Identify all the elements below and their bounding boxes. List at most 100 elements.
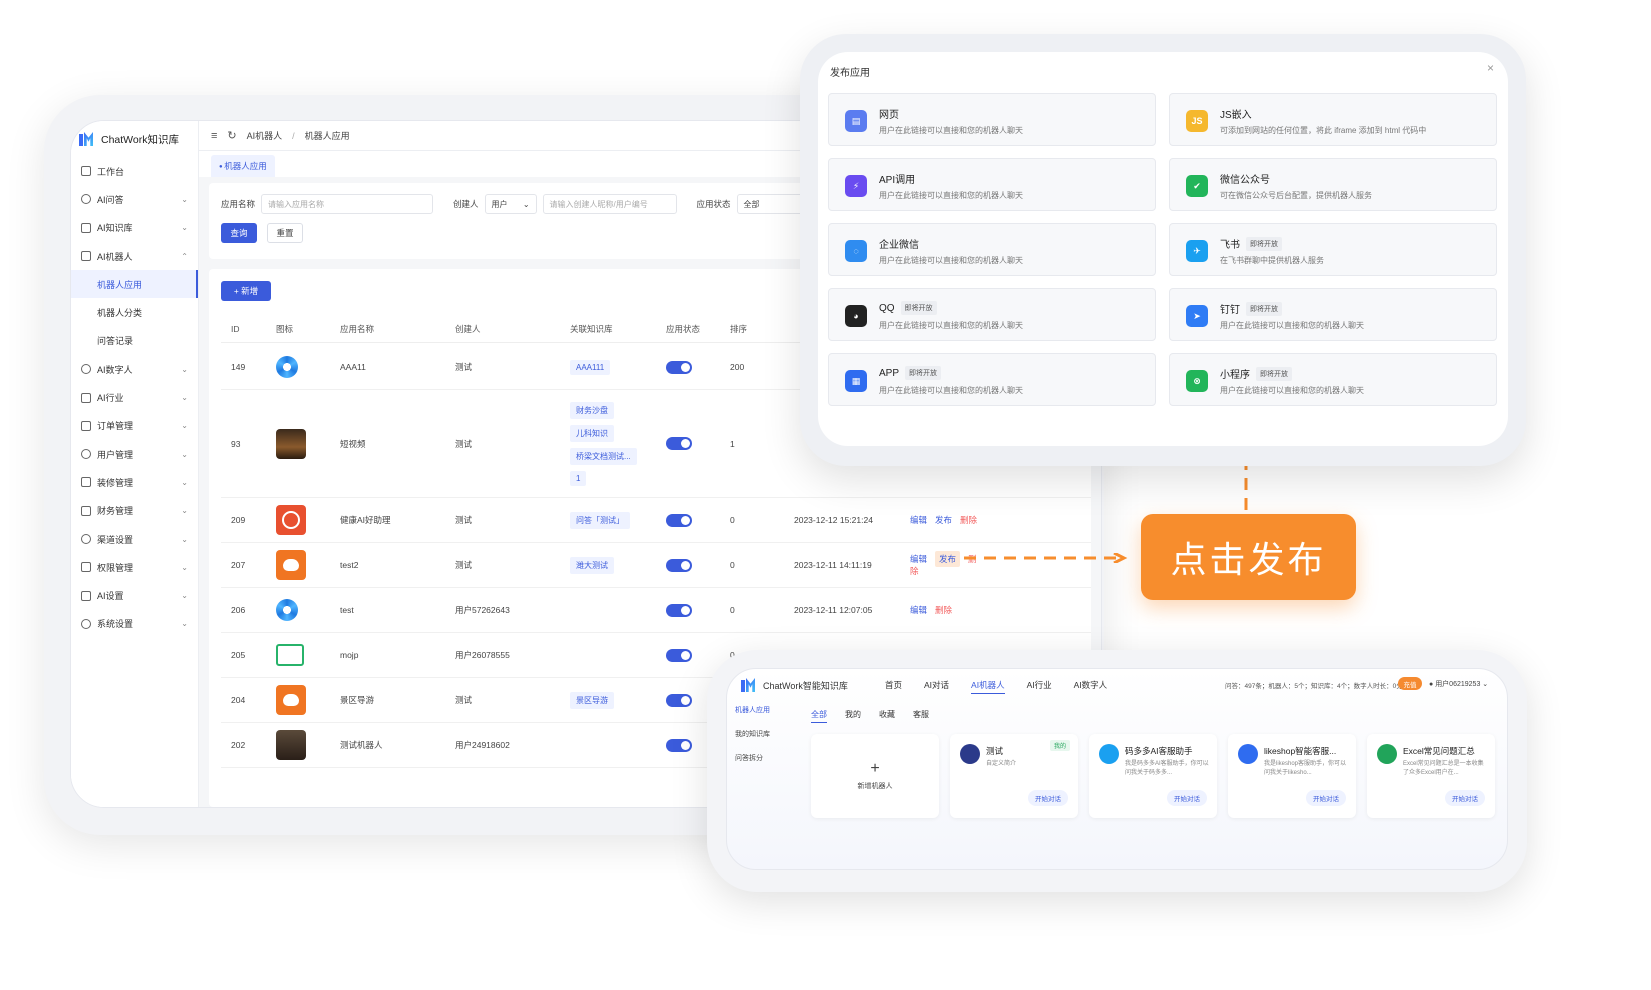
category-tab[interactable]: 客服 [913, 709, 929, 723]
sidebar-item[interactable]: 权限管理 ⌄ [71, 553, 198, 581]
bot-card[interactable]: 测试 自定义简介 我的 开始对话 [950, 734, 1078, 818]
query-button[interactable]: 查询 [221, 223, 257, 243]
category-tab[interactable]: 全部 [811, 709, 827, 723]
sidebar-item[interactable]: 机器人应用 [71, 270, 198, 299]
nav-link[interactable]: AI行业 [1027, 679, 1052, 694]
app-portrait-icon [276, 428, 306, 459]
status-toggle[interactable] [666, 693, 692, 707]
status-toggle[interactable] [666, 738, 692, 752]
bot-card[interactable]: 码多多AI客服助手 我是码多多AI客服助手，你可以问我关于码多多... 开始对话 [1089, 734, 1217, 818]
tab-robot-app[interactable]: 机器人应用 [211, 155, 275, 177]
status-select[interactable]: 全部 [736, 194, 807, 214]
publish-channel-card[interactable]: ⚡ API调用 用户在此链接可以直接和您的机器人聊天 [828, 158, 1156, 211]
status-toggle[interactable] [666, 603, 692, 617]
category-tab[interactable]: 收藏 [879, 709, 895, 723]
nav-link[interactable]: AI机器人 [971, 679, 1005, 694]
edit-button[interactable]: 编辑 [910, 554, 927, 564]
recharge-button[interactable]: 充值 [1398, 677, 1422, 690]
delete-button[interactable]: 删除 [935, 605, 952, 615]
status-toggle[interactable] [666, 558, 692, 572]
creator-input[interactable]: 请输入创建人昵称/用户编号 [542, 194, 677, 214]
publish-channel-card[interactable]: ▤ 网页 用户在此链接可以直接和您的机器人聊天 [828, 93, 1156, 146]
publish-channel-card[interactable]: ➤ 钉钉 即将开放 用户在此链接可以直接和您的机器人聊天 [1169, 288, 1497, 341]
start-chat-button[interactable]: 开始对话 [1306, 790, 1346, 806]
edit-button[interactable]: 编辑 [910, 605, 927, 615]
row-creator: 用户57262643 [455, 605, 510, 615]
sidebar-item[interactable]: 问答记录 [71, 327, 198, 355]
knowledge-tag[interactable]: 桥梁文档测试... [570, 447, 637, 465]
knowledge-tag[interactable]: 潍大测试 [570, 556, 614, 574]
chevron-down-icon: ⌄ [181, 619, 188, 629]
knowledge-tag[interactable]: 问答「测试」 [570, 511, 630, 529]
row-app-name: 短视频 [340, 438, 366, 449]
sidebar-item[interactable]: 工作台 [71, 157, 198, 185]
status-toggle[interactable] [666, 648, 692, 662]
status-toggle[interactable] [666, 360, 692, 374]
sidebar-item[interactable]: 订单管理 ⌄ [71, 412, 198, 440]
edit-button[interactable]: 编辑 [910, 515, 927, 525]
publish-channel-card[interactable]: ◌ 企业微信 用户在此链接可以直接和您的机器人聊天 [828, 223, 1156, 276]
sidebar-item[interactable]: AI行业 ⌄ [71, 383, 198, 411]
nav-link[interactable]: 首页 [885, 679, 902, 694]
publish-channel-card[interactable]: ⊗ 小程序 即将开放 用户在此链接可以直接和您的机器人聊天 [1169, 353, 1497, 406]
status-toggle[interactable] [666, 437, 692, 450]
menu-toggle-icon[interactable]: ≡ [211, 130, 217, 142]
delete-button[interactable]: 删除 [960, 515, 977, 525]
start-chat-button[interactable]: 开始对话 [1167, 790, 1207, 806]
sidebar-item[interactable]: 用户管理 ⌄ [71, 440, 198, 468]
start-chat-button[interactable]: 开始对话 [1445, 790, 1485, 806]
logo-icon [741, 678, 757, 692]
menu-item-icon [81, 222, 91, 233]
knowledge-tag[interactable]: 景区导游 [570, 691, 614, 709]
frontend-sidebar-item[interactable]: 我的知识库 [735, 729, 803, 739]
start-chat-button[interactable]: 开始对话 [1028, 790, 1068, 806]
nav-link[interactable]: AI数字人 [1074, 679, 1108, 694]
menu-item-icon [81, 505, 91, 516]
nav-link[interactable]: AI对话 [924, 679, 949, 694]
close-icon[interactable]: × [1487, 61, 1494, 75]
user-menu[interactable]: ● 用户06219253 ⌄ [1429, 679, 1488, 689]
status-toggle[interactable] [666, 513, 692, 527]
sidebar-item[interactable]: 装修管理 ⌄ [71, 468, 198, 496]
publish-button[interactable]: 发布 [935, 515, 952, 525]
new-bot-card[interactable]: + 新增机器人 [811, 734, 939, 818]
sidebar-item[interactable]: AI数字人 ⌄ [71, 355, 198, 383]
sidebar-item-label: 问答记录 [97, 336, 134, 347]
knowledge-tag[interactable]: AAA111 [570, 359, 611, 375]
publish-channel-card[interactable]: ✈ 飞书 即将开放 在飞书群聊中提供机器人服务 [1169, 223, 1497, 276]
publish-button[interactable]: 发布 [935, 551, 961, 567]
bot-card[interactable]: Excel常见问题汇总 Excel常见问题汇总是一本收集了众多Excel用户在..… [1367, 734, 1495, 818]
frontend-brand[interactable]: ChatWork智能知识库 [741, 678, 848, 692]
knowledge-tag[interactable]: 1 [570, 470, 587, 486]
publish-channel-card[interactable]: ◕ QQ 即将开放 用户在此链接可以直接和您的机器人聊天 [828, 288, 1156, 341]
sidebar-item[interactable]: 机器人分类 [71, 298, 198, 326]
sidebar-item[interactable]: 系统设置 ⌄ [71, 610, 198, 638]
bot-card[interactable]: likeshop智能客服... 我是likeshop客服助手，你可以问我关于lik… [1228, 734, 1356, 818]
row-knowledge-bases: 问答「测试」 [570, 509, 666, 532]
creator-type-select[interactable]: 用户 ⌄ [484, 194, 537, 214]
knowledge-tag[interactable]: 财务沙盘 [570, 401, 614, 419]
sidebar-item[interactable]: 财务管理 ⌄ [71, 497, 198, 525]
frontend-sidebar-item[interactable]: 问答拆分 [735, 753, 803, 763]
knowledge-tag[interactable]: 儿科知识 [570, 424, 614, 442]
sidebar-item[interactable]: AI设置 ⌄ [71, 581, 198, 609]
publish-channel-card[interactable]: ▦ APP 即将开放 用户在此链接可以直接和您的机器人聊天 [828, 353, 1156, 406]
publish-channel-card[interactable]: ✔ 微信公众号 可在微信公众号后台配置，提供机器人服务 [1169, 158, 1497, 211]
app-name-input[interactable]: 请输入应用名称 [261, 194, 434, 214]
sidebar-item[interactable]: AI知识库 ⌄ [71, 214, 198, 242]
filter-row: 应用名称 请输入应用名称 创建人 用户 ⌄ 请输入创建人昵称/用户编号 应用状态 … [221, 194, 807, 214]
frontend-sidebar-item[interactable]: 机器人应用 [735, 705, 803, 715]
app-icon: ▦ [845, 370, 867, 392]
bot-description: Excel常见问题汇总是一本收集了众多Excel用户在... [1403, 761, 1484, 776]
reset-button[interactable]: 重置 [267, 223, 303, 243]
breadcrumb-item[interactable]: AI机器人 [247, 129, 283, 142]
publish-channel-card[interactable]: JS JS嵌入 可添加到网站的任何位置，将此 iframe 添加到 html 代码中 [1169, 93, 1497, 146]
sidebar-item[interactable]: AI机器人 ⌃ [71, 242, 198, 270]
add-button[interactable]: + 新增 [221, 281, 271, 301]
refresh-icon[interactable]: ↻ [227, 129, 236, 142]
category-tab[interactable]: 我的 [845, 709, 861, 723]
brand[interactable]: ChatWork知识库 [71, 121, 198, 157]
row-status-cell [666, 603, 730, 617]
sidebar-item[interactable]: 渠道设置 ⌄ [71, 525, 198, 553]
sidebar-item[interactable]: AI问答 ⌄ [71, 185, 198, 213]
